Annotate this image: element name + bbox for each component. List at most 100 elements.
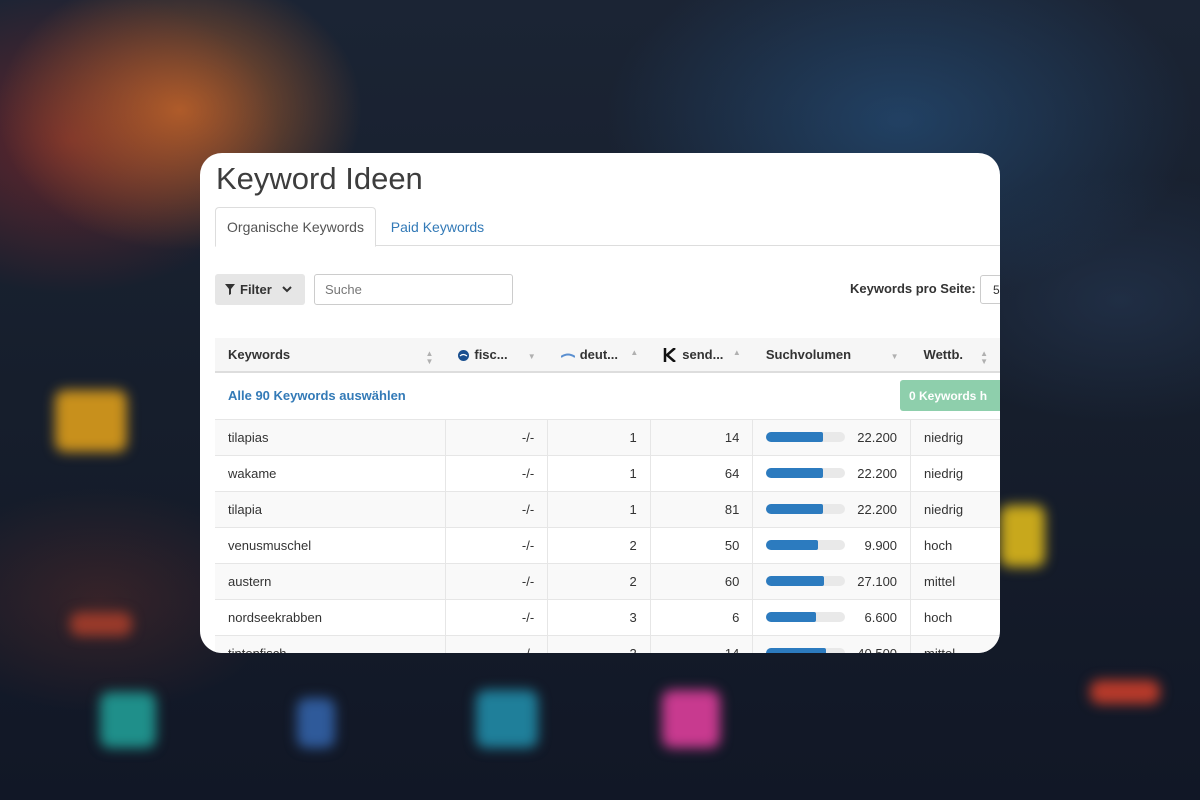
volume-bar: [766, 612, 846, 622]
keywords-action-button[interactable]: 0 Keywords h: [900, 380, 1000, 411]
rank-cell-sendung: 14: [649, 419, 753, 456]
column-header-deutsche[interactable]: deut... ▲: [547, 338, 651, 373]
column-label: send...: [682, 346, 724, 362]
sort-desc-icon: ▼: [527, 352, 536, 361]
funnel-icon: [225, 284, 235, 295]
sort-asc-icon: ▲: [732, 348, 741, 357]
background-tile: [70, 612, 132, 636]
filter-button[interactable]: Filter: [215, 274, 305, 305]
filter-label: Filter: [240, 282, 272, 297]
volume-bar: [766, 504, 846, 514]
column-header-search-volume[interactable]: Suchvolumen ▼: [752, 338, 911, 373]
tab-paid-keywords[interactable]: Paid Keywords: [380, 207, 495, 246]
tab-organic-keywords[interactable]: Organische Keywords: [215, 207, 376, 247]
volume-bar-fill: [766, 504, 824, 514]
rank-cell-deutsche: 2: [547, 527, 651, 564]
keyword-cell: tintenfisch: [215, 635, 446, 653]
rank-cell-fisch: -/-: [444, 491, 548, 528]
volume-bar-fill: [766, 468, 824, 478]
volume-bar-fill: [766, 540, 819, 550]
search-input[interactable]: [314, 274, 513, 305]
volume-bar: [766, 432, 846, 442]
volume-value: 22.200: [857, 429, 898, 445]
competition-cell: mittel: [910, 563, 1000, 600]
rank-cell-fisch: -/-: [444, 635, 548, 653]
search-volume-cell: 40.500: [752, 635, 911, 654]
select-all-row: Alle 90 Keywords auswählen: [215, 372, 1000, 420]
table-row[interactable]: venusmuschel -/- 2 50 9.900 hoch: [215, 527, 1000, 564]
volume-value: 9.900: [864, 537, 898, 553]
site-favicon-sendung-icon: [663, 348, 677, 363]
background-tile: [662, 690, 720, 748]
column-label: fisc...: [474, 347, 508, 362]
volume-value: 27.100: [857, 573, 898, 589]
rank-cell-sendung: 50: [649, 527, 753, 564]
search-volume-cell: 6.600: [752, 599, 911, 636]
background-tile: [100, 692, 156, 748]
column-label: Wettb.: [923, 347, 964, 362]
volume-bar-fill: [766, 648, 827, 653]
keyword-cell: austern: [215, 563, 446, 600]
per-page-select[interactable]: 5: [980, 275, 1000, 304]
background-tile: [476, 690, 538, 748]
volume-bar-fill: [766, 612, 817, 622]
search-volume-cell: 22.200: [752, 455, 911, 492]
background-tile: [297, 698, 335, 748]
column-header-keywords[interactable]: Keywords ▲ ▼: [215, 338, 446, 373]
rank-cell-fisch: -/-: [444, 599, 548, 636]
column-label: deut...: [579, 347, 618, 362]
column-label: Suchvolumen: [765, 347, 852, 362]
volume-value: 22.200: [857, 465, 898, 481]
rank-cell-deutsche: 1: [547, 419, 651, 456]
volume-bar-fill: [766, 432, 824, 442]
volume-bar: [766, 468, 846, 478]
competition-cell: niedrig: [910, 491, 1000, 528]
rank-cell-sendung: 81: [649, 491, 753, 528]
column-label: Keywords: [228, 347, 291, 362]
sort-icon: ▲ ▼: [980, 349, 988, 366]
competition-cell: mittel: [910, 635, 1000, 653]
table-row[interactable]: austern -/- 2 60 27.100 mittel: [215, 563, 1000, 600]
page-title: Keyword Ideen: [216, 161, 423, 196]
volume-bar: [766, 540, 846, 550]
competition-cell: hoch: [910, 527, 1000, 564]
column-header-fisch[interactable]: fisc... ▼: [445, 338, 548, 373]
rank-cell-fisch: -/-: [444, 527, 548, 564]
rank-cell-sendung: 14: [649, 635, 753, 653]
table-row[interactable]: tilapia -/- 1 81 22.200 niedrig: [215, 491, 1000, 528]
search-volume-cell: 9.900: [752, 527, 911, 564]
background-tile: [1000, 505, 1045, 567]
rank-cell-deutsche: 2: [547, 563, 651, 600]
volume-bar: [766, 576, 846, 586]
table-row[interactable]: nordseekrabben -/- 3 6 6.600 hoch: [215, 599, 1000, 636]
background-tile: [1090, 680, 1160, 704]
keyword-cell: tilapias: [215, 419, 446, 456]
rank-cell-sendung: 6: [649, 599, 753, 636]
keywords-table: Keywords ▲ ▼ fisc... ▼ deut... ▲ send...…: [215, 338, 1000, 653]
rank-cell-fisch: -/-: [444, 419, 548, 456]
table-header-row: Keywords ▲ ▼ fisc... ▼ deut... ▲ send...…: [215, 338, 1000, 373]
competition-cell: hoch: [910, 599, 1000, 636]
table-row[interactable]: tilapias -/- 1 14 22.200 niedrig: [215, 419, 1000, 456]
rank-cell-sendung: 64: [649, 455, 753, 492]
table-row[interactable]: tintenfisch -/- 2 14 40.500 mittel: [215, 635, 1000, 653]
search-volume-cell: 27.100: [752, 563, 911, 600]
rank-cell-deutsche: 3: [547, 599, 651, 636]
keyword-cell: venusmuschel: [215, 527, 446, 564]
keyword-ideas-panel: Keyword Ideen Organische Keywords Paid K…: [200, 153, 1000, 653]
table-row[interactable]: wakame -/- 1 64 22.200 niedrig: [215, 455, 1000, 492]
competition-cell: niedrig: [910, 419, 1000, 456]
keyword-cell: wakame: [215, 455, 446, 492]
competition-cell: niedrig: [910, 455, 1000, 492]
column-header-sendung[interactable]: send... ▲: [650, 338, 753, 373]
keyword-cell: nordseekrabben: [215, 599, 446, 636]
volume-value: 40.500: [857, 645, 898, 654]
volume-bar: [766, 648, 846, 653]
volume-value: 6.600: [864, 609, 898, 625]
select-all-link[interactable]: Alle 90 Keywords auswählen: [228, 388, 406, 403]
rank-cell-deutsche: 2: [547, 635, 651, 653]
sort-asc-icon: ▲: [630, 348, 639, 357]
search-volume-cell: 22.200: [752, 491, 911, 528]
volume-value: 22.200: [857, 501, 898, 517]
column-header-competition[interactable]: Wettb. ▲ ▼: [910, 338, 1000, 373]
